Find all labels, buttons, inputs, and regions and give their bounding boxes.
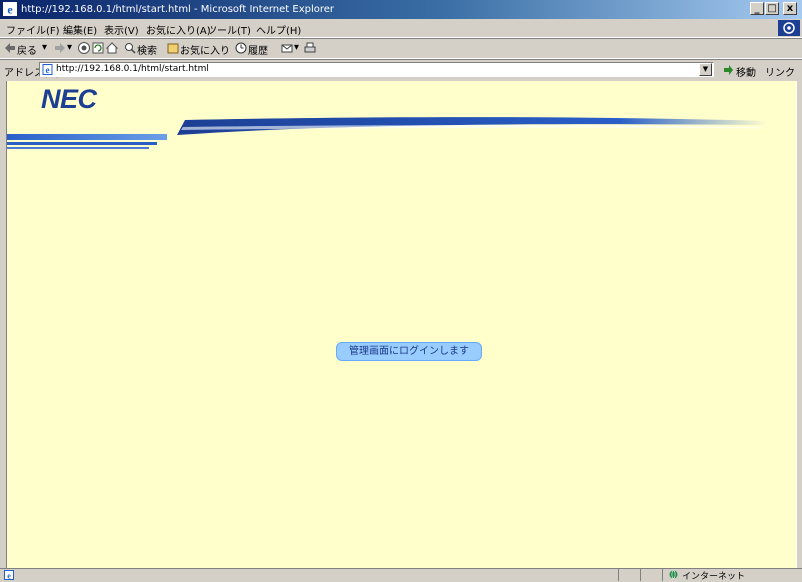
security-zone-label: インターネット — [682, 572, 746, 582]
history-button-label[interactable]: 履歴 — [248, 42, 268, 57]
refresh-icon[interactable] — [92, 42, 104, 54]
forward-dropdown-icon[interactable]: ▾ — [67, 42, 72, 53]
status-bar: e インターネット — [0, 568, 802, 582]
page-status-icon: e — [4, 570, 14, 580]
home-icon[interactable] — [106, 42, 118, 54]
page-content: NEC 管理画面にログインします — [7, 81, 796, 568]
status-pane-1 — [618, 569, 640, 581]
menu-view[interactable]: 表示(V) — [104, 22, 139, 37]
title-bar[interactable]: e http://192.168.0.1/html/start.html - M… — [0, 0, 802, 19]
menu-bar: ファイル(F) 編集(E) 表示(V) お気に入り(A) ツール(T) ヘルプ(… — [0, 19, 802, 38]
globe-icon — [669, 570, 678, 579]
search-button-label[interactable]: 検索 — [137, 42, 157, 57]
status-pane-2 — [640, 569, 662, 581]
address-input[interactable]: e http://192.168.0.1/html/start.html — [39, 62, 714, 77]
mail-icon[interactable] — [281, 42, 293, 54]
svg-text:e: e — [46, 65, 50, 75]
menu-tools[interactable]: ツール(T) — [207, 22, 251, 37]
back-button-label[interactable]: 戻る — [17, 42, 37, 57]
window-left-frame — [0, 81, 7, 568]
back-arrow-icon[interactable] — [4, 42, 16, 54]
ie-icon: e — [3, 2, 17, 16]
minimize-button[interactable]: _ — [750, 2, 764, 15]
admin-login-button[interactable]: 管理画面にログインします — [336, 342, 482, 361]
back-dropdown-icon[interactable]: ▾ — [42, 42, 47, 53]
search-icon[interactable] — [124, 42, 136, 54]
go-arrow-icon[interactable] — [722, 64, 734, 76]
mail-dropdown-icon[interactable]: ▾ — [294, 42, 299, 53]
ie-throbber-icon — [778, 20, 800, 36]
menu-edit[interactable]: 編集(E) — [63, 22, 97, 37]
address-dropdown-button[interactable]: ▼ — [699, 63, 712, 76]
history-icon[interactable] — [235, 42, 247, 54]
favorites-icon[interactable] — [167, 42, 179, 54]
address-value: http://192.168.0.1/html/start.html — [56, 64, 209, 74]
svg-text:e: e — [7, 3, 13, 17]
address-bar: アドレス(D) e http://192.168.0.1/html/start.… — [0, 59, 802, 80]
go-button[interactable]: 移動 — [736, 64, 756, 79]
menu-file[interactable]: ファイル(F) — [6, 22, 60, 37]
svg-text:e: e — [7, 572, 11, 581]
window-title: http://192.168.0.1/html/start.html - Mic… — [21, 4, 335, 15]
page-icon: e — [42, 64, 53, 75]
menu-favorites[interactable]: お気に入り(A) — [146, 22, 211, 37]
header-swoosh-graphic — [7, 117, 767, 149]
window-right-frame — [796, 81, 802, 568]
menu-help[interactable]: ヘルプ(H) — [256, 22, 301, 37]
stop-icon[interactable] — [78, 42, 90, 54]
links-toolbar-label[interactable]: リンク — [765, 64, 795, 79]
maximize-button[interactable]: □ — [765, 2, 779, 15]
forward-arrow-icon[interactable] — [54, 42, 66, 54]
print-icon[interactable] — [304, 42, 316, 54]
standard-toolbar: 戻る ▾ ▾ 検索 お気に入り 履歴 ▾ — [0, 38, 802, 59]
favorites-button-label[interactable]: お気に入り — [180, 42, 230, 57]
close-button[interactable]: x — [783, 2, 797, 15]
